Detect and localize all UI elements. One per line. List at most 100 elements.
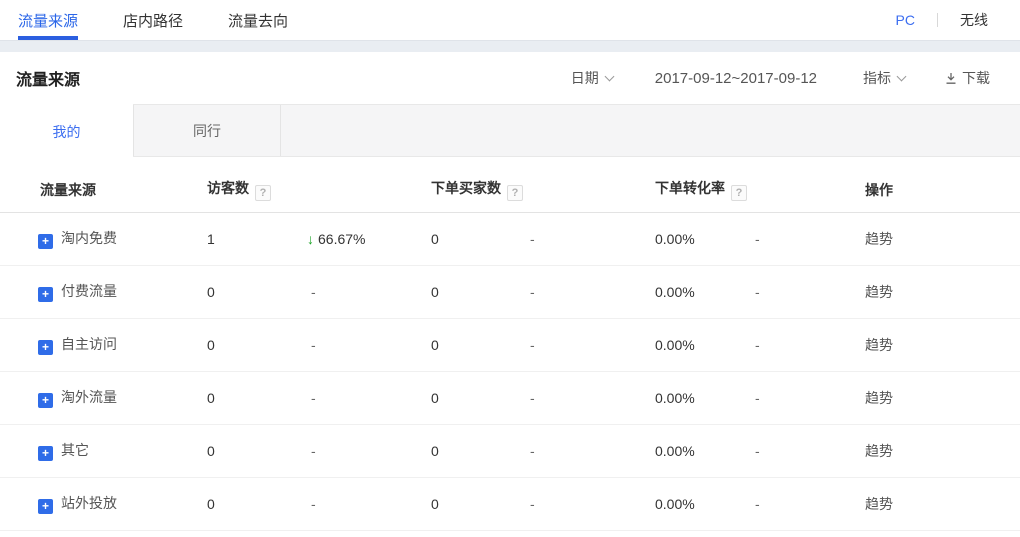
- col-header-conversion-label: 下单转化率: [655, 180, 725, 196]
- source-label: 其它: [61, 442, 89, 458]
- conversion-change: -: [755, 477, 865, 530]
- expand-plus-icon[interactable]: +: [38, 340, 53, 355]
- buyers-value: 0: [431, 371, 530, 424]
- visitors-value: 0: [207, 265, 307, 318]
- trend-link[interactable]: 趋势: [865, 284, 893, 300]
- nav-item-instore-path[interactable]: 店内路径: [123, 0, 183, 40]
- buyers-value: 0: [431, 424, 530, 477]
- visitors-value: 0: [207, 318, 307, 371]
- source-label: 自主访问: [61, 336, 117, 352]
- conversion-value: 0.00%: [655, 318, 755, 371]
- col-header-spacer: [755, 168, 865, 212]
- source-label: 站外投放: [61, 495, 117, 511]
- table-row: + 站外投放 0 - 0 - 0.00% - 趋势: [0, 477, 1020, 530]
- conversion-change: -: [755, 212, 865, 265]
- device-wireless-link[interactable]: 无线: [960, 10, 988, 30]
- trend-link[interactable]: 趋势: [865, 496, 893, 512]
- view-tabstrip: 我的 同行: [0, 104, 1020, 157]
- page-title: 流量来源: [16, 66, 80, 90]
- help-icon[interactable]: ?: [255, 185, 271, 201]
- visitors-change: -: [311, 496, 316, 512]
- conversion-value: 0.00%: [655, 212, 755, 265]
- download-button[interactable]: 下载: [945, 68, 990, 88]
- divider: [937, 13, 938, 27]
- tab-mine[interactable]: 我的: [0, 104, 133, 158]
- top-navigation: 流量来源 店内路径 流量去向 PC 无线: [0, 0, 1020, 40]
- device-switcher: PC 无线: [896, 0, 988, 40]
- trend-link[interactable]: 趋势: [865, 337, 893, 353]
- visitors-change: -: [311, 443, 316, 459]
- buyers-value: 0: [431, 265, 530, 318]
- conversion-value: 0.00%: [655, 265, 755, 318]
- col-header-spacer: [307, 168, 431, 212]
- conversion-value: 0.00%: [655, 371, 755, 424]
- conversion-value: 0.00%: [655, 477, 755, 530]
- help-icon[interactable]: ?: [507, 185, 523, 201]
- visitors-value: 0: [207, 477, 307, 530]
- buyers-change: -: [530, 424, 655, 477]
- down-arrow-icon: ↓: [307, 231, 314, 247]
- visitors-value: 0: [207, 424, 307, 477]
- buyers-change: -: [530, 318, 655, 371]
- nav-item-traffic-source[interactable]: 流量来源: [18, 0, 78, 40]
- traffic-table: 流量来源 访客数? 下单买家数? 下单转化率? 操作 +淘内免费 1 ↓66.6…: [0, 168, 1020, 531]
- col-header-buyers-label: 下单买家数: [431, 180, 501, 196]
- table-row: +淘内免费 1 ↓66.67% 0 - 0.00% - 趋势: [0, 212, 1020, 265]
- section-header: 流量来源 日期 2017-09-12~2017-09-12 指标 下载: [0, 52, 1020, 104]
- expand-plus-icon[interactable]: +: [38, 446, 53, 461]
- conversion-change: -: [755, 371, 865, 424]
- col-header-action: 操作: [865, 168, 1020, 212]
- col-header-visitors-label: 访客数: [207, 180, 249, 196]
- conversion-value: 0.00%: [655, 424, 755, 477]
- tab-peers[interactable]: 同行: [133, 105, 281, 156]
- buyers-change: -: [530, 371, 655, 424]
- table-row: + 其它 0 - 0 - 0.00% - 趋势: [0, 424, 1020, 477]
- nav-tabs: 流量来源 店内路径 流量去向: [0, 0, 333, 40]
- header-controls: 日期 2017-09-12~2017-09-12 指标 下载: [571, 68, 990, 88]
- trend-link[interactable]: 趋势: [865, 390, 893, 406]
- date-range-value[interactable]: 2017-09-12~2017-09-12: [655, 70, 817, 87]
- expand-plus-icon[interactable]: +: [38, 234, 53, 249]
- conversion-change: -: [755, 424, 865, 477]
- source-label: 淘内免费: [61, 230, 117, 246]
- table-row: +自主访问 0 - 0 - 0.00% - 趋势: [0, 318, 1020, 371]
- buyers-value: 0: [431, 477, 530, 530]
- visitors-change: -: [311, 390, 316, 406]
- date-dropdown-label: 日期: [571, 68, 599, 88]
- col-header-spacer: [530, 168, 655, 212]
- download-icon: [945, 72, 957, 85]
- col-header-buyers: 下单买家数?: [431, 168, 530, 212]
- table-header-row: 流量来源 访客数? 下单买家数? 下单转化率? 操作: [0, 168, 1020, 212]
- date-dropdown[interactable]: 日期: [571, 68, 613, 88]
- buyers-change: -: [530, 477, 655, 530]
- conversion-change: -: [755, 318, 865, 371]
- trend-link[interactable]: 趋势: [865, 443, 893, 459]
- visitors-change: -: [311, 337, 316, 353]
- visitors-value: 1: [207, 212, 307, 265]
- col-header-visitors: 访客数?: [207, 168, 307, 212]
- table-row: + 付费流量 0 - 0 - 0.00% - 趋势: [0, 265, 1020, 318]
- expand-plus-icon[interactable]: +: [38, 393, 53, 408]
- buyers-change: -: [530, 265, 655, 318]
- visitors-change: -: [311, 284, 316, 300]
- divider-band: [0, 40, 1020, 52]
- traffic-table-container: 流量来源 访客数? 下单买家数? 下单转化率? 操作 +淘内免费 1 ↓66.6…: [0, 168, 1020, 531]
- trend-link[interactable]: 趋势: [865, 231, 893, 247]
- table-row: + 淘外流量 0 - 0 - 0.00% - 趋势: [0, 371, 1020, 424]
- visitors-value: 0: [207, 371, 307, 424]
- buyers-change: -: [530, 212, 655, 265]
- metrics-dropdown[interactable]: 指标: [863, 68, 905, 88]
- source-label: 付费流量: [61, 283, 117, 299]
- buyers-value: 0: [431, 212, 530, 265]
- expand-plus-icon[interactable]: +: [38, 499, 53, 514]
- expand-plus-icon[interactable]: +: [38, 287, 53, 302]
- download-label: 下载: [962, 68, 990, 88]
- device-pc-link[interactable]: PC: [896, 12, 915, 28]
- metrics-dropdown-label: 指标: [863, 68, 891, 88]
- nav-item-traffic-destination[interactable]: 流量去向: [228, 0, 288, 40]
- chevron-down-icon: [897, 72, 907, 82]
- col-header-source: 流量来源: [0, 168, 207, 212]
- help-icon[interactable]: ?: [731, 185, 747, 201]
- source-label: 淘外流量: [61, 389, 117, 405]
- conversion-change: -: [755, 265, 865, 318]
